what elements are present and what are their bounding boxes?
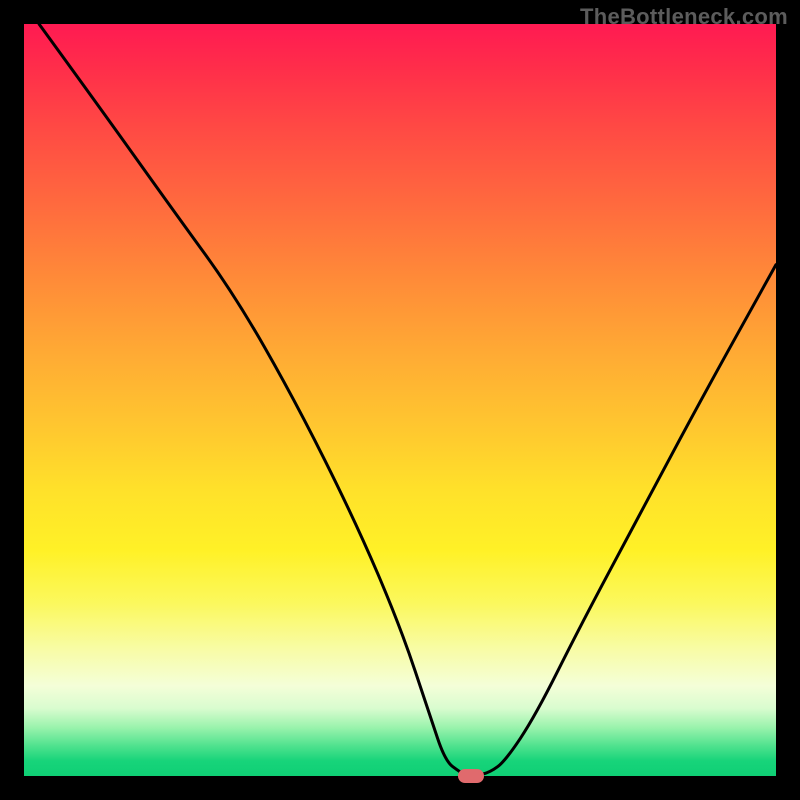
watermark-text: TheBottleneck.com	[580, 4, 788, 30]
plot-area	[24, 24, 776, 776]
background-gradient	[24, 24, 776, 776]
optimum-marker	[458, 769, 484, 783]
chart-frame: TheBottleneck.com	[0, 0, 800, 800]
